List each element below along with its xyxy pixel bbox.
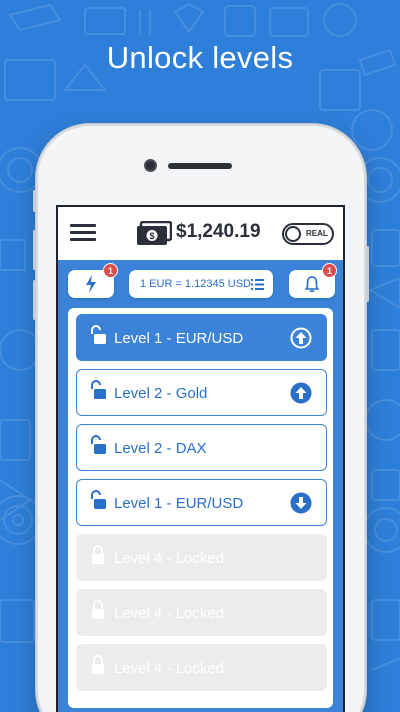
- lock-icon: [92, 545, 104, 564]
- level-name: Level 4 - Locked: [114, 660, 225, 677]
- account-balance: $1,240.19: [176, 221, 261, 242]
- app-header: $ $1,240.19 REAL: [58, 207, 343, 260]
- level-name: Level 2 - DAX: [114, 440, 207, 457]
- level-name: Level 4 - Locked: [114, 550, 225, 567]
- unlocked-icon: [91, 380, 106, 399]
- up-arrow-icon[interactable]: [290, 382, 312, 404]
- account-mode-toggle[interactable]: REAL: [282, 223, 334, 245]
- app-screen: $ $1,240.19 REAL 1 1 EUR = 1.12345 USD 1…: [56, 205, 345, 712]
- lightning-icon: [86, 275, 96, 293]
- level-item: Level 4 - Locked: [76, 589, 327, 636]
- list-icon: [251, 279, 264, 290]
- level-name: Level 1 - EUR/USD: [114, 495, 244, 512]
- notifications-button[interactable]: 1: [289, 263, 337, 298]
- level-item[interactable]: Level 1 - EUR/USD: [76, 479, 327, 526]
- level-item[interactable]: Level 2 - DAX: [76, 424, 327, 471]
- phone-side-button: [33, 190, 36, 212]
- level-name: Level 2 - Gold: [114, 385, 208, 402]
- toggle-knob: [285, 226, 301, 242]
- level-item: Level 4 - Locked: [76, 534, 327, 581]
- phone-volume-up: [33, 230, 36, 270]
- levels-panel: Level 1 - EUR/USD Level 2 - Gold Level 2 -…: [68, 308, 333, 708]
- flash-button[interactable]: 1: [68, 263, 118, 298]
- svg-text:$: $: [149, 231, 154, 241]
- phone-camera: [144, 159, 157, 172]
- exchange-rate-text: 1 EUR = 1.12345 USD: [140, 278, 251, 290]
- level-name: Level 4 - Locked: [114, 605, 225, 622]
- level-item: Level 4 - Locked: [76, 644, 327, 691]
- level-item[interactable]: Level 2 - Gold: [76, 369, 327, 416]
- unlocked-icon: [91, 490, 106, 509]
- lock-icon: [92, 600, 104, 619]
- level-name: Level 1 - EUR/USD: [114, 330, 244, 347]
- flash-badge: 1: [103, 263, 118, 278]
- phone-volume-down: [33, 280, 36, 320]
- headline: Unlock levels: [106, 40, 294, 75]
- phone-power-button: [366, 246, 369, 302]
- content-area: 1 1 EUR = 1.12345 USD 1 Level 1 - EUR/US…: [58, 260, 343, 712]
- lock-icon: [92, 655, 104, 674]
- down-arrow-icon[interactable]: [290, 492, 312, 514]
- level-item[interactable]: Level 1 - EUR/USD: [76, 314, 327, 361]
- unlocked-icon: [91, 435, 106, 454]
- hamburger-menu-icon[interactable]: [70, 224, 96, 242]
- bell-icon: [305, 276, 319, 292]
- account-mode-label: REAL: [306, 229, 328, 238]
- phone-speaker: [168, 163, 232, 169]
- up-arrow-icon[interactable]: [290, 327, 312, 349]
- exchange-rate-button[interactable]: 1 EUR = 1.12345 USD: [129, 270, 273, 298]
- unlocked-icon: [91, 325, 106, 344]
- notification-badge: 1: [322, 263, 337, 278]
- cash-icon: $: [137, 221, 172, 245]
